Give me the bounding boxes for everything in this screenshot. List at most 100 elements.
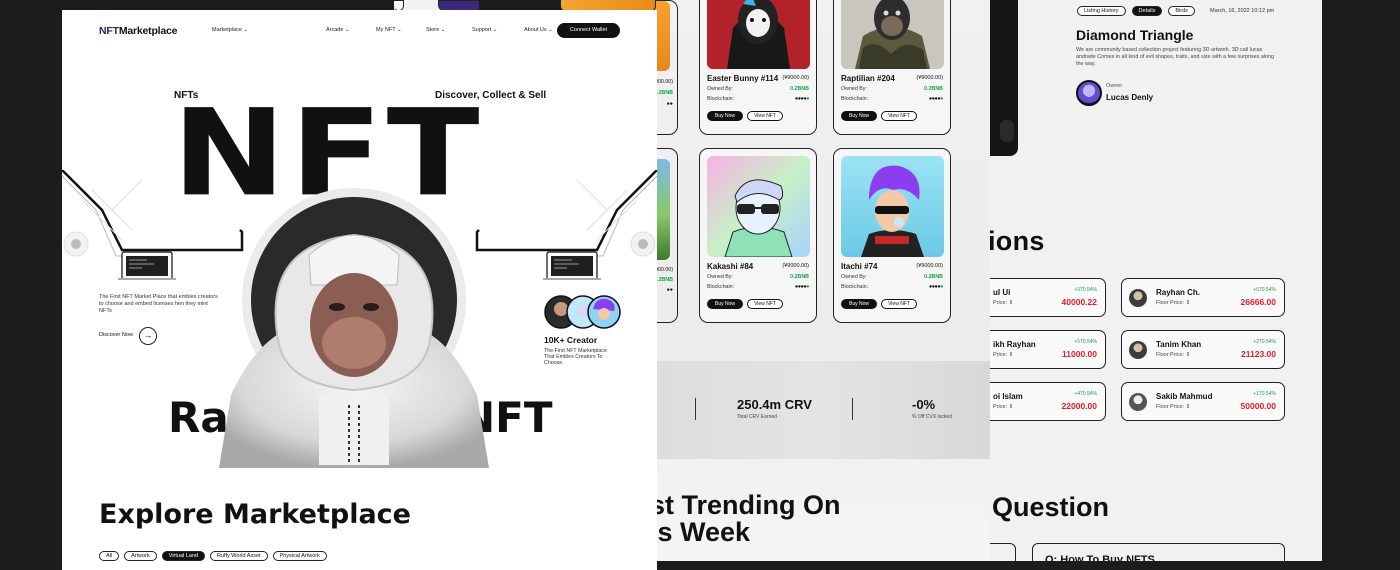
creator-value: 50000.00 bbox=[1240, 401, 1276, 411]
logo[interactable]: NFTMarketplace bbox=[99, 25, 178, 37]
owner-avatar[interactable] bbox=[1076, 80, 1102, 106]
view-nft-button[interactable]: View NFT bbox=[881, 299, 917, 309]
trending-section-title: st Trending On is Week bbox=[650, 492, 841, 546]
tab-birds[interactable]: Birds bbox=[1168, 6, 1195, 16]
filter-artwork[interactable]: Artwork bbox=[124, 551, 157, 561]
creator-value: 40000.22 bbox=[1061, 297, 1097, 307]
nav-item-arcade[interactable]: Arcade ⌄ bbox=[326, 27, 376, 33]
tab-listing-history[interactable]: Listing History bbox=[1077, 6, 1126, 16]
nft-card[interactable]: Easter Bunny #114 (¥9000.00) Owned By: 0… bbox=[699, 0, 817, 135]
nft-name: Kakashi #84 bbox=[707, 262, 754, 271]
arrow-right-icon[interactable]: → bbox=[139, 327, 157, 345]
nft-price: (¥9000.00) bbox=[782, 75, 809, 81]
creator-floor-label: Floor Price: ⇕ bbox=[1156, 352, 1191, 358]
filter-ruffy-world-asset[interactable]: Ruffy World Asset bbox=[210, 551, 268, 561]
details-tabs: Listing History Details Birds bbox=[1077, 6, 1195, 16]
hero-ape-artwork bbox=[219, 233, 489, 468]
buy-now-button[interactable]: Buy Now bbox=[841, 111, 877, 121]
blockchain-dots: ●● bbox=[666, 101, 673, 107]
owner-name[interactable]: Lucas Denly bbox=[1106, 93, 1153, 102]
nft-name: Itachi #74 bbox=[841, 262, 878, 271]
nft-artwork bbox=[707, 0, 810, 69]
nft-name: Easter Bunny #114 bbox=[707, 74, 779, 83]
creator-card[interactable]: Rayhan Ch. Floor Price: ⇕ +570.54% 26666… bbox=[1121, 278, 1285, 317]
view-nft-button[interactable]: View NFT bbox=[747, 111, 783, 121]
sort-icon: ⇕ bbox=[1008, 300, 1014, 306]
creator-card[interactable]: ikh Rayhan Price: ⇕ +570.54% 11000.00 bbox=[988, 330, 1106, 369]
tab-details[interactable]: Details bbox=[1131, 6, 1163, 16]
creator-avatar bbox=[1129, 393, 1147, 411]
nft-card[interactable]: Kakashi #84 (¥9000.00) Owned By: 0.2BNB … bbox=[699, 148, 817, 323]
creator-card[interactable]: oi Islam Price: ⇕ +470.54% 22000.00 bbox=[988, 382, 1106, 421]
creator-name: ul Ui bbox=[993, 288, 1011, 297]
creator-floor-label: Floor Price: ⇕ bbox=[1156, 404, 1191, 410]
nft-card[interactable]: Raptilian #204 (¥9000.00) Owned By: 0.2B… bbox=[833, 0, 951, 135]
creator-floor-label: Price: ⇕ bbox=[993, 404, 1014, 410]
filter-physical-artwork[interactable]: Physical Artwork bbox=[272, 551, 327, 561]
owned-by-label: Owned By: bbox=[841, 274, 867, 280]
creator-value: 22000.00 bbox=[1061, 401, 1097, 411]
faq-card[interactable]: Q: How To Buy NFTS bbox=[1032, 543, 1285, 561]
nav-item-marketplace[interactable]: Marketplace ⌄ bbox=[212, 27, 326, 33]
nav-item-store[interactable]: Store ⌄ bbox=[426, 27, 472, 33]
explore-section-title: Explore Marketplace bbox=[99, 499, 411, 530]
creator-value: 11000.00 bbox=[1062, 349, 1097, 359]
chevron-down-icon: ⌄ bbox=[243, 27, 249, 33]
creator-change: +570.54% bbox=[1074, 339, 1097, 345]
owned-by-label: Owned By: bbox=[707, 86, 733, 92]
stat-value: -0% bbox=[912, 397, 936, 412]
buy-now-button[interactable]: Buy Now bbox=[707, 299, 743, 309]
creator-name: ikh Rayhan bbox=[993, 340, 1036, 349]
blockchain-label: Blockchain: bbox=[841, 96, 869, 102]
sort-icon: ⇕ bbox=[1185, 300, 1191, 306]
creator-name: Tanim Khan bbox=[1156, 340, 1202, 349]
owned-by-value: 0.2BNB bbox=[924, 274, 943, 280]
faq-card[interactable] bbox=[988, 543, 1016, 561]
nft-card[interactable]: Itachi #74 (¥9000.00) Owned By: 0.2BNB B… bbox=[833, 148, 951, 323]
connect-wallet-button[interactable]: Connect Wallet bbox=[557, 23, 620, 38]
chevron-down-icon: ⌄ bbox=[492, 27, 498, 33]
creator-card[interactable]: Sakib Mahmud Floor Price: ⇕ +170.54% 500… bbox=[1121, 382, 1285, 421]
creators-section-title: ions bbox=[988, 226, 1045, 256]
filter-virtual-land[interactable]: Virtual Land bbox=[161, 551, 206, 561]
blockchain-dots: ●● bbox=[666, 287, 673, 293]
creator-value: 26666.00 bbox=[1240, 297, 1276, 307]
creator-card[interactable]: ul Ui Price: ⇕ +570.54% 40000.22 bbox=[988, 278, 1106, 317]
buy-now-button[interactable]: Buy Now bbox=[707, 111, 743, 121]
creator-name: oi Islam bbox=[993, 392, 1023, 401]
chevron-down-icon: ⌄ bbox=[440, 27, 446, 33]
creator-floor-label: Floor Price: ⇕ bbox=[1156, 300, 1191, 306]
buy-now-button[interactable]: Buy Now bbox=[841, 299, 877, 309]
landing-page-panel: NFTMarketplace Marketplace ⌄ Arcade ⌄ My… bbox=[62, 10, 657, 570]
creator-avatar bbox=[1129, 289, 1147, 307]
blockchain-dots: ●●●●● bbox=[794, 96, 810, 102]
blockchain-dots: ●●●●● bbox=[794, 284, 810, 290]
view-nft-button[interactable]: View NFT bbox=[881, 111, 917, 121]
creator-name: Sakib Mahmud bbox=[1156, 392, 1213, 401]
nft-title: Diamond Triangle bbox=[1076, 27, 1194, 43]
creator-description: The First NFT Marketplace That Embles Cr… bbox=[544, 348, 607, 367]
main-nav: Marketplace ⌄ Arcade ⌄ My NFT ⌄ Store ⌄ … bbox=[212, 27, 574, 33]
owned-by-value: 0.2BNB bbox=[924, 86, 943, 92]
filter-all[interactable]: All bbox=[99, 551, 120, 561]
creator-name: Rayhan Ch. bbox=[1156, 288, 1201, 297]
creator-value: 21123.00 bbox=[1241, 349, 1276, 359]
nav-item-my-nft[interactable]: My NFT ⌄ bbox=[376, 27, 426, 33]
nft-details-panel: Listing History Details Birds March, 16,… bbox=[988, 0, 1322, 561]
discover-now-link[interactable]: Discover Now bbox=[99, 332, 133, 338]
stat-label: Total CRV Earned bbox=[737, 414, 777, 420]
nft-artwork-preview bbox=[988, 0, 1018, 156]
nav-item-support[interactable]: Support ⌄ bbox=[472, 27, 524, 33]
faq-section-title: Question bbox=[992, 492, 1110, 522]
stat-label: % Off CVX locked bbox=[912, 414, 952, 420]
divider bbox=[695, 398, 696, 420]
blockchain-label: Blockchain: bbox=[841, 284, 869, 290]
creator-card[interactable]: Tanim Khan Floor Price: ⇕ +270.54% 21123… bbox=[1121, 330, 1285, 369]
view-nft-button[interactable]: View NFT bbox=[747, 299, 783, 309]
nft-artwork bbox=[707, 156, 810, 257]
creator-floor-label: Price: ⇕ bbox=[993, 352, 1014, 358]
creator-change: +470.54% bbox=[1074, 391, 1097, 397]
owned-by-value: 0.2BNB bbox=[790, 86, 809, 92]
owner-label: Owner bbox=[1106, 83, 1123, 89]
trending-title-line: is Week bbox=[650, 517, 751, 547]
